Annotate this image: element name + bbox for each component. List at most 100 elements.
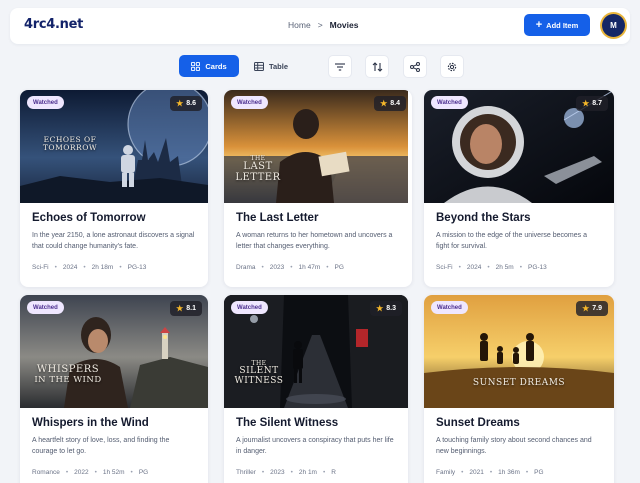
movie-poster: ECHOES OF TOMORROW Watched ★ 8.6 — [20, 90, 208, 203]
movie-genre: Sci-Fi — [32, 264, 49, 271]
site-logo[interactable]: 4rc4.net — [24, 17, 83, 32]
movie-card[interactable]: THE SILENT WITNESS Watched ★ 8.3 The Sil… — [224, 295, 408, 483]
movie-meta: Thriller • 2023 • 2h 1m • R — [236, 469, 336, 476]
movie-title[interactable]: Beyond the Stars — [436, 212, 602, 224]
sort-icon — [372, 61, 382, 72]
star-icon: ★ — [380, 99, 388, 108]
movie-year: 2023 — [270, 469, 285, 476]
star-icon: ★ — [176, 99, 184, 108]
poster-title: WHISPERS IN THE WIND — [34, 364, 102, 385]
breadcrumb-current: Movies — [329, 20, 359, 30]
rating-badge: ★ 8.7 — [576, 96, 608, 111]
watched-badge: Watched — [231, 301, 268, 314]
rating-value: 8.3 — [386, 305, 396, 312]
breadcrumb-home[interactable]: Home — [288, 20, 311, 30]
movie-duration: 2h 5m — [495, 264, 514, 271]
watched-badge: Watched — [431, 301, 468, 314]
movie-certificate: PG — [534, 469, 544, 476]
movie-year: 2022 — [74, 469, 89, 476]
poster-title: ECHOES OF TOMORROW — [42, 135, 98, 152]
movie-poster: SUNSET DREAMS Watched ★ 7.9 — [424, 295, 614, 408]
movie-description: A touching family story about second cha… — [436, 437, 592, 455]
movie-duration: 2h 1m — [298, 469, 317, 476]
movie-duration: 1h 52m — [102, 469, 125, 476]
rating-badge: ★ 8.3 — [370, 301, 402, 316]
movie-card[interactable]: ECHOES OF TOMORROW Watched ★ 8.6 Echoes … — [20, 90, 208, 287]
view-toggle: Cards Table — [179, 55, 301, 77]
movie-genre: Family — [436, 469, 456, 476]
rating-value: 8.4 — [390, 100, 400, 107]
rating-badge: ★ 8.1 — [170, 301, 202, 316]
movie-poster: Watched ★ 8.7 — [424, 90, 614, 203]
movie-card[interactable]: WHISPERS IN THE WIND Watched ★ 8.1 Whisp… — [20, 295, 208, 483]
rating-badge: ★ 7.9 — [576, 301, 608, 316]
breadcrumb-separator: > — [317, 20, 323, 30]
movie-description: A woman returns to her hometown and unco… — [236, 232, 393, 250]
share-button[interactable] — [403, 55, 427, 78]
movie-title[interactable]: Whispers in the Wind — [32, 417, 196, 429]
movie-certificate: PG — [138, 469, 149, 476]
poster-title: THE LAST LETTER — [235, 155, 281, 183]
breadcrumb: Home > Movies — [288, 20, 358, 30]
rating-badge: ★ 8.6 — [170, 96, 202, 111]
watched-badge: Watched — [431, 96, 468, 109]
movie-title[interactable]: Sunset Dreams — [436, 417, 602, 429]
movie-poster: WHISPERS IN THE WIND Watched ★ 8.1 — [20, 295, 208, 408]
movie-description: A mission to the edge of the universe be… — [436, 232, 587, 250]
watched-badge: Watched — [231, 96, 268, 109]
rating-value: 8.1 — [186, 305, 196, 312]
filter-button[interactable] — [328, 55, 352, 78]
movie-certificate: R — [331, 469, 336, 476]
movie-duration: 2h 18m — [91, 264, 114, 271]
movie-title[interactable]: Echoes of Tomorrow — [32, 212, 196, 224]
movie-certificate: PG-13 — [528, 264, 547, 271]
movie-description: In the year 2150, a lone astronaut disco… — [32, 232, 195, 250]
cards-view-button[interactable]: Cards — [179, 55, 239, 77]
movie-genre: Romance — [32, 469, 60, 476]
movie-description: A journalist uncovers a conspiracy that … — [236, 437, 394, 455]
rating-badge: ★ 8.4 — [374, 96, 406, 111]
movie-title[interactable]: The Last Letter — [236, 212, 400, 224]
movie-poster: THE SILENT WITNESS Watched ★ 8.3 — [224, 295, 408, 408]
movie-card[interactable]: Watched ★ 8.7 Beyond the Stars A mission… — [424, 90, 614, 287]
movie-card[interactable]: THE LAST LETTER Watched ★ 8.4 The Last L… — [224, 90, 412, 287]
movie-year: 2024 — [466, 264, 482, 271]
movie-genre: Sci-Fi — [436, 264, 453, 271]
movie-meta: Sci-Fi • 2024 • 2h 18m • PG-13 — [32, 264, 147, 271]
avatar[interactable]: M — [602, 14, 625, 37]
movie-meta: Family • 2021 • 1h 36m • PG — [436, 469, 544, 476]
share-icon — [410, 61, 420, 72]
movie-meta: Romance • 2022 • 1h 52m • PG — [32, 469, 149, 476]
settings-icon — [447, 62, 457, 71]
top-header: 4rc4.net Home > Movies + Add Item M — [10, 8, 630, 44]
movie-certificate: PG-13 — [127, 264, 147, 271]
watched-badge: Watched — [27, 301, 64, 314]
filter-icon — [335, 62, 345, 71]
movie-meta: Sci-Fi • 2024 • 2h 5m • PG-13 — [436, 264, 547, 271]
add-item-button[interactable]: + Add Item — [524, 14, 590, 36]
movie-meta: Drama • 2023 • 1h 47m • PG — [236, 264, 344, 271]
movie-description: A heartfelt story of love, loss, and fin… — [32, 437, 170, 455]
grid-icon — [191, 61, 201, 71]
rating-value: 7.9 — [592, 305, 602, 312]
movie-card[interactable]: SUNSET DREAMS Watched ★ 7.9 Sunset Dream… — [424, 295, 614, 483]
movie-poster: THE LAST LETTER Watched ★ 8.4 — [224, 90, 412, 203]
movie-duration: 1h 36m — [498, 469, 520, 476]
movie-year: 2024 — [62, 264, 78, 271]
star-icon: ★ — [582, 304, 590, 313]
movie-title[interactable]: The Silent Witness — [236, 417, 396, 429]
movie-certificate: PG — [334, 264, 344, 271]
rating-value: 8.6 — [186, 100, 196, 107]
add-item-label: Add Item — [546, 20, 579, 30]
star-icon: ★ — [176, 304, 184, 313]
rating-value: 8.7 — [592, 100, 602, 107]
poster-title: THE SILENT WITNESS — [234, 360, 284, 386]
star-icon: ★ — [376, 304, 384, 313]
settings-button[interactable] — [440, 55, 464, 78]
cards-view-label: Cards — [205, 61, 227, 71]
table-view-button[interactable]: Table — [241, 55, 301, 77]
poster-title: SUNSET DREAMS — [472, 378, 566, 388]
movie-year: 2023 — [269, 264, 285, 271]
table-icon — [253, 61, 264, 71]
sort-button[interactable] — [365, 55, 389, 78]
